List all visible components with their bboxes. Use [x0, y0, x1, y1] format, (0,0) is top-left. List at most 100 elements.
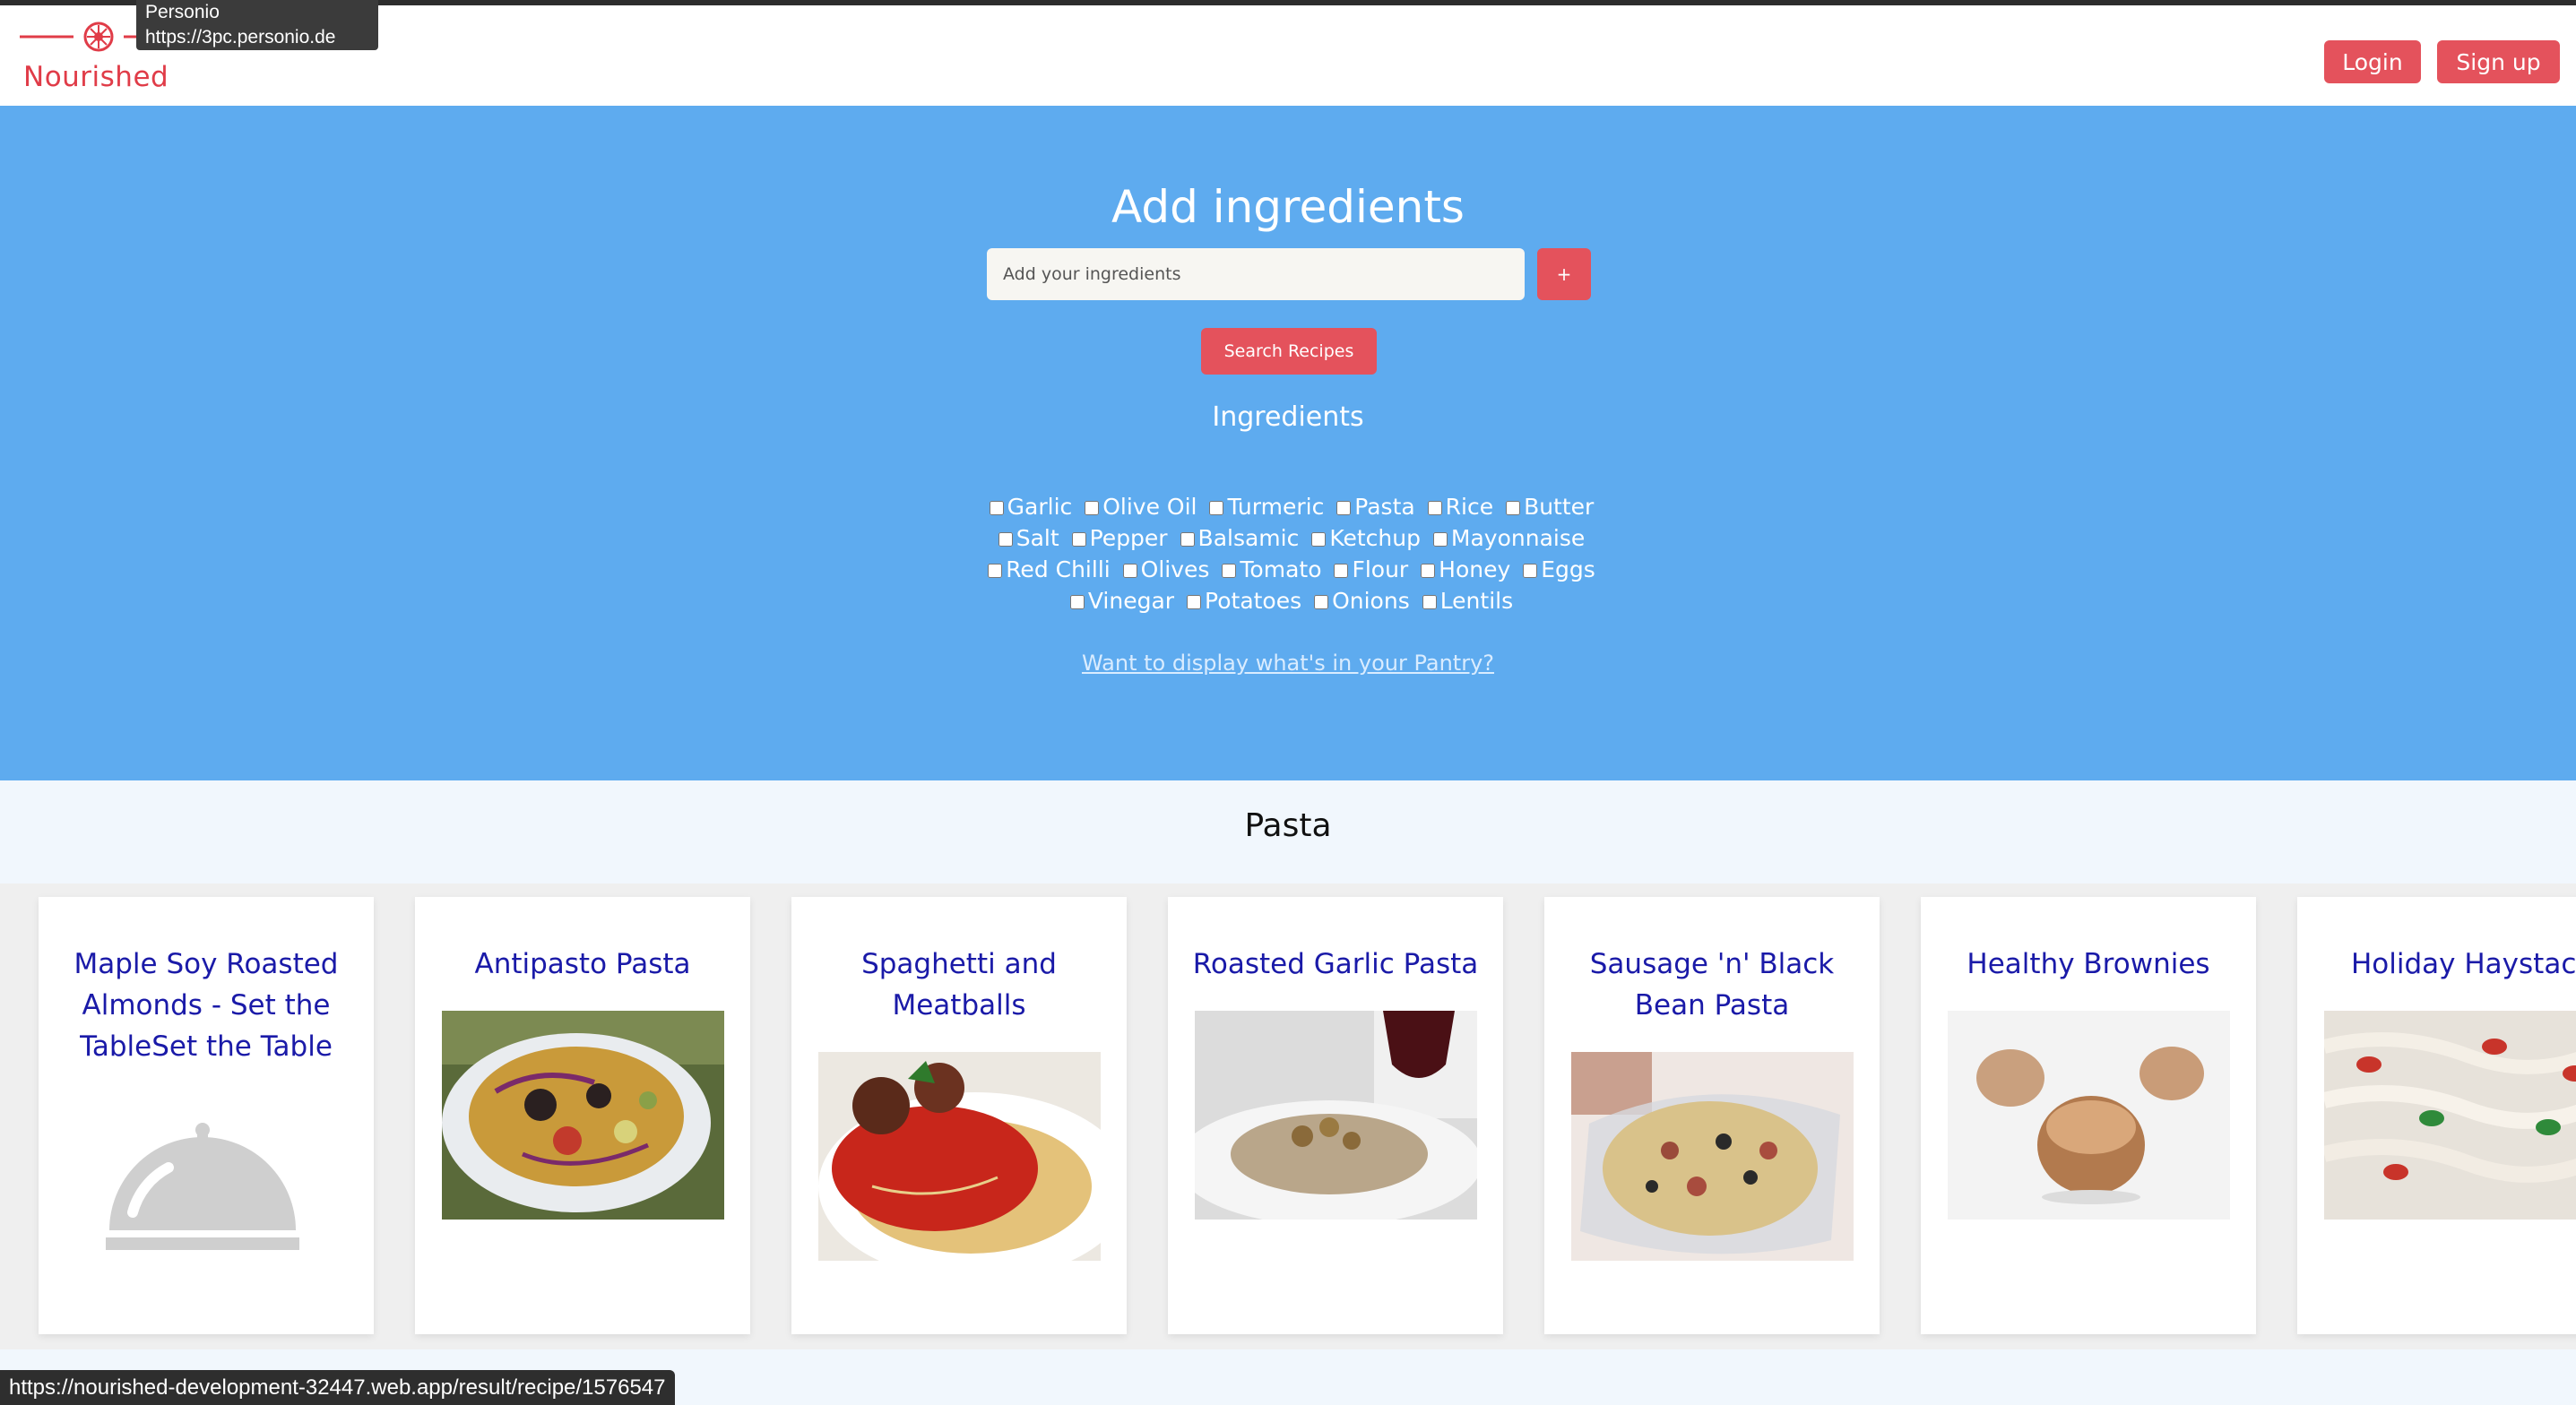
ingredient-label: Ketchup — [1329, 525, 1421, 551]
ingredient-label: Mayonnaise — [1450, 525, 1586, 551]
recipe-card[interactable]: Roasted Garlic Pasta — [1168, 897, 1503, 1334]
signup-button[interactable]: Sign up — [2437, 40, 2560, 83]
pantry-link-wrap: Want to display what's in your Pantry? — [0, 651, 2576, 676]
pantry-link[interactable]: Want to display what's in your Pantry? — [1082, 651, 1494, 676]
ingredient-checkbox[interactable] — [1180, 532, 1195, 547]
ingredient-checkbox[interactable] — [1085, 501, 1100, 515]
add-ingredients-hero: Add ingredients + Search Recipes Ingredi… — [0, 106, 2576, 780]
ingredient-label: Red Chilli — [1006, 556, 1111, 582]
ingredient-label: Eggs — [1541, 556, 1595, 582]
ingredient-option[interactable]: Flour — [1328, 556, 1408, 582]
garlic-pasta-photo — [1195, 1011, 1477, 1220]
ingredient-checkbox[interactable] — [1311, 532, 1327, 547]
category-header: Pasta — [0, 780, 2576, 884]
ingredient-checkbox[interactable] — [1209, 501, 1224, 515]
brownie-bites-photo — [1948, 1011, 2230, 1220]
ingredient-option[interactable]: Mayonnaise — [1428, 525, 1585, 551]
ingredient-option[interactable]: Olive Oil — [1079, 494, 1197, 520]
ingredient-label: Pepper — [1089, 525, 1168, 551]
ingredient-option[interactable]: Turmeric — [1204, 494, 1324, 520]
ingredient-label: Olive Oil — [1102, 494, 1197, 520]
placeholder-cloche-icon — [106, 1123, 299, 1250]
ingredient-option[interactable]: Balsamic — [1175, 525, 1299, 551]
ingredient-checkbox-list: Garlic Olive Oil Turmeric Pasta Rice But… — [959, 491, 1619, 616]
sausage-pasta-photo — [1571, 1052, 1854, 1261]
ingredient-checkbox[interactable] — [1334, 564, 1349, 578]
tooltip-url: https://3pc.personio.de — [145, 27, 336, 47]
ingredient-checkbox[interactable] — [1432, 532, 1448, 547]
ingredient-label: Vinegar — [1087, 588, 1175, 614]
ingredient-label: Pasta — [1354, 494, 1415, 520]
recipe-card[interactable]: Sausage 'n' Black Bean Pasta — [1544, 897, 1880, 1334]
recipe-title[interactable]: Maple Soy Roasted Almonds - Set the Tabl… — [55, 944, 358, 1067]
browser-status-url: https://nourished-development-32447.web.… — [0, 1370, 675, 1405]
recipe-card[interactable]: Holiday Haystacks — [2297, 897, 2576, 1334]
ingredient-checkbox[interactable] — [988, 564, 1003, 578]
ingredients-heading: Ingredients — [1212, 401, 1364, 433]
brand-name[interactable]: Nourished — [23, 61, 169, 93]
ingredient-option[interactable]: Rice — [1422, 494, 1493, 520]
ingredient-option[interactable]: Ketchup — [1306, 525, 1421, 551]
ingredient-option[interactable]: Garlic — [984, 494, 1073, 520]
recipe-title[interactable]: Antipasto Pasta — [431, 944, 734, 985]
ingredient-option[interactable]: Lentils — [1417, 588, 1513, 614]
ingredient-label: Garlic — [1007, 494, 1073, 520]
ingredient-label: Flour — [1352, 556, 1409, 582]
recipe-card[interactable]: Healthy Brownies — [1921, 897, 2256, 1334]
ingredient-label: Salt — [1016, 525, 1059, 551]
ingredient-label: Onions — [1332, 588, 1410, 614]
category-title: Pasta — [1244, 807, 1332, 844]
ingredient-checkbox[interactable] — [1506, 501, 1521, 515]
page-title: Add ingredients — [1111, 180, 1465, 233]
search-recipes-button[interactable]: Search Recipes — [1201, 328, 1377, 375]
spaghetti-meatballs-photo — [818, 1052, 1101, 1261]
ingredient-checkbox[interactable] — [1122, 564, 1137, 578]
ingredient-option[interactable]: Pasta — [1331, 494, 1415, 520]
ingredient-option[interactable]: Salt — [993, 525, 1059, 551]
recipe-card[interactable]: Spaghetti and Meatballs — [791, 897, 1127, 1334]
recipe-title[interactable]: Healthy Brownies — [1937, 944, 2240, 985]
ingredient-checkbox[interactable] — [989, 501, 1004, 515]
ingredient-label: Potatoes — [1205, 588, 1302, 614]
recipe-title[interactable]: Roasted Garlic Pasta — [1184, 944, 1487, 985]
ingredient-checkbox[interactable] — [1523, 564, 1538, 578]
ingredient-checkbox[interactable] — [998, 532, 1013, 547]
ingredient-option[interactable]: Tomato — [1216, 556, 1322, 582]
ingredient-option[interactable]: Vinegar — [1065, 588, 1174, 614]
recipe-title[interactable]: Holiday Haystacks — [2351, 944, 2576, 985]
ingredient-option[interactable]: Potatoes — [1181, 588, 1301, 614]
ingredient-checkbox[interactable] — [1071, 532, 1086, 547]
recipe-title[interactable]: Sausage 'n' Black Bean Pasta — [1560, 944, 1863, 1026]
tooltip-title: Personio — [145, 2, 220, 22]
ingredient-option[interactable]: Eggs — [1517, 556, 1595, 582]
ingredient-checkbox[interactable] — [1427, 501, 1442, 515]
ingredient-option[interactable]: Honey — [1415, 556, 1510, 582]
ingredient-checkbox[interactable] — [1222, 564, 1237, 578]
ingredient-checkbox[interactable] — [1187, 595, 1202, 609]
ingredient-checkbox[interactable] — [1069, 595, 1085, 609]
ingredient-checkbox[interactable] — [1336, 501, 1352, 515]
ingredient-option[interactable]: Onions — [1309, 588, 1410, 614]
ingredient-checkbox[interactable] — [1314, 595, 1329, 609]
haystacks-photo — [2324, 1011, 2576, 1220]
browser-tooltip: Personio https://3pc.personio.de — [136, 0, 378, 50]
ingredient-option[interactable]: Pepper — [1067, 525, 1168, 551]
ingredient-label: Lentils — [1439, 588, 1514, 614]
ingredient-option[interactable]: Butter — [1500, 494, 1594, 520]
pasta-salad-photo — [442, 1011, 724, 1220]
ingredient-checkbox[interactable] — [1421, 564, 1436, 578]
ingredient-input[interactable] — [987, 248, 1525, 300]
recipe-card[interactable]: Maple Soy Roasted Almonds - Set the Tabl… — [39, 897, 374, 1334]
login-button[interactable]: Login — [2324, 40, 2421, 83]
ingredient-option[interactable]: Olives — [1118, 556, 1210, 582]
ingredient-label: Olives — [1140, 556, 1210, 582]
ingredient-label: Turmeric — [1227, 494, 1325, 520]
recipe-title[interactable]: Spaghetti and Meatballs — [808, 944, 1111, 1026]
ingredient-checkbox[interactable] — [1422, 595, 1437, 609]
add-ingredient-button[interactable]: + — [1537, 248, 1591, 300]
ingredient-option[interactable]: Red Chilli — [982, 556, 1111, 582]
navbar: Nourished Login Sign up — [0, 5, 2576, 106]
ingredient-label: Butter — [1524, 494, 1595, 520]
ingredient-label: Honey — [1439, 556, 1511, 582]
recipe-card[interactable]: Antipasto Pasta — [415, 897, 750, 1334]
